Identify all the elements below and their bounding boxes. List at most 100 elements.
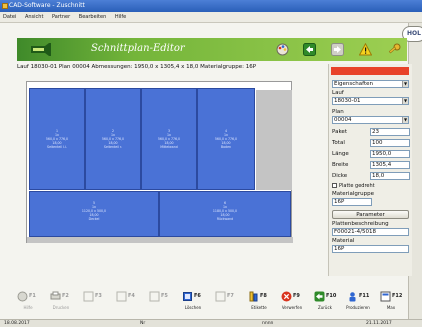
plan-value: 00004 [334,117,352,123]
plattenbeschreibung-value: F00021-4/5018 [334,229,376,235]
f8-key: F8 [260,293,267,299]
max-icon [380,291,391,302]
chevron-down-icon[interactable]: ▼ [402,81,408,87]
blank-icon [83,291,94,302]
material-value: 16P [334,246,345,252]
cut-piece[interactable]: 6 1x 1180,0 x 500,0 18,00 Rückwand [159,191,291,237]
arrow-right-icon[interactable] [331,43,344,56]
f11-key: F11 [359,293,370,299]
f10-button[interactable]: F10 Zurück [311,289,339,317]
application-window: CAD-Software - Zuschnitt Datei Ansicht P… [0,0,422,327]
chevron-down-icon[interactable]: ▼ [402,117,408,123]
menu-item-partner[interactable]: Partner [52,14,70,20]
lauf-value: 18030-01 [334,98,361,104]
print-icon [50,291,61,300]
menu-item-hilfe[interactable]: Hilfe [115,14,126,20]
key-icon[interactable] [388,43,401,56]
plan-dropdown[interactable]: 00004 ▼ [332,116,409,124]
cancel-icon [281,291,292,302]
f12-key: F12 [392,293,403,299]
f1-button[interactable]: F1 Hilfe [14,289,42,317]
properties-panel: Eigenschaften ▼ Lauf 18030-01 ▼ Plan 000… [328,64,412,276]
properties-dropdown[interactable]: Eigenschaften ▼ [332,80,409,88]
f6-button[interactable]: F6 Löschen [179,289,207,317]
panel-header [331,67,409,75]
menu-item-bearbeiten[interactable]: Bearbeiten [79,14,106,20]
piece-name: Rückwand [216,216,234,221]
plattenbeschreibung-field[interactable]: F00021-4/5018 [332,228,409,236]
cut-piece[interactable]: 1 1x 560,0 x 776,0 18,00 Seitenteil l.i. [29,88,85,190]
platte-gedreht-checkbox[interactable]: Platte gedreht [332,183,375,189]
checkbox-label: Platte gedreht [339,183,375,189]
breite-row: Breite 1305,4 [332,161,410,170]
total-label: Total [332,140,345,146]
total-field[interactable]: 100 [370,139,410,147]
status-date-right: 21.11.2017 [366,321,392,326]
parameter-button[interactable]: Parameter [332,210,409,219]
f7-key: F7 [227,293,234,299]
f10-key: F10 [326,293,337,299]
materialgruppe-field[interactable]: 16P [332,198,372,206]
f12-label: Max [386,305,396,310]
breite-field[interactable]: 1305,4 [370,161,410,169]
f4-button[interactable]: F4 [113,289,141,317]
waste-area-bottom [27,237,293,243]
paket-row: Paket 23 [332,128,410,137]
cut-piece[interactable]: 3 1x 560,0 x 776,0 18,00 Mittelwand [141,88,197,190]
f10-label: Zurück [318,305,332,310]
f2-key: F2 [62,293,69,299]
menu-item-ansicht[interactable]: Ansicht [25,14,43,20]
plan-info-line: Lauf 18030-01 Plan 00004 Abmessungen: 19… [17,64,257,70]
f2-button[interactable]: F2 Drucken [47,289,75,317]
f5-button[interactable]: F5 [146,289,174,317]
menu-item-datei[interactable]: Datei [3,14,16,20]
piece-name: Boden [220,145,232,149]
help-icon [17,291,28,302]
f11-button[interactable]: F11 Produzieren [344,289,372,317]
function-key-bar: F1 Hilfe F2 Drucken F3 F4 F5 F6 Löschen … [14,289,408,317]
warning-icon[interactable] [359,43,372,56]
f7-button[interactable]: F7 [212,289,240,317]
dicke-label: Dicke [332,173,348,179]
cut-piece[interactable]: 5 1x 1120,0 x 500,0 18,00 Deckel [29,191,159,237]
f6-key: F6 [194,293,201,299]
laenge-row: Länge 1950,0 [332,150,410,159]
chevron-down-icon[interactable]: ▼ [402,98,408,104]
piece-name: Seitenteil l.i. [47,145,67,149]
blank-icon [116,291,127,302]
f12-button[interactable]: F12 Max [377,289,405,317]
paket-field[interactable]: 23 [370,128,410,136]
window-title: CAD-Software - Zuschnitt [9,2,85,9]
plan-label: Plan [332,109,344,115]
material-field[interactable]: 16P [332,245,409,253]
dicke-row: Dicke 18,0 [332,172,410,181]
lauf-dropdown[interactable]: 18030-01 ▼ [332,97,409,105]
status-date-left: 18.08.2017 [4,321,30,326]
app-icon [2,3,8,9]
palette-icon[interactable] [276,43,289,56]
f9-label: Verwerfen [281,305,303,310]
piece-name: Mittelwand [160,145,178,149]
laenge-field[interactable]: 1950,0 [370,150,410,158]
checkbox-box[interactable] [332,183,337,188]
f1-label: Hilfe [23,305,33,310]
menu-bar: Datei Ansicht Partner Bearbeiten Hilfe [0,12,422,23]
cut-piece[interactable]: 4 1x 560,0 x 776,0 18,00 Boden [197,88,255,190]
f11-label: Produzieren [346,305,370,310]
cut-piece[interactable]: 2 1x 560,0 x 776,0 18,00 Seitenteil r. [85,88,141,190]
f3-button[interactable]: F3 [80,289,108,317]
f9-key: F9 [293,293,300,299]
f8-button[interactable]: F8 Etikette [245,289,273,317]
f8-label: Etikette [251,305,267,310]
arrow-left-icon[interactable] [303,43,316,56]
dicke-field[interactable]: 18,0 [370,172,410,180]
f9-button[interactable]: F9 Verwerfen [278,289,306,317]
blank-icon [215,291,226,302]
materialgruppe-value: 16P [334,199,345,205]
label-icon [249,291,258,302]
cutting-plan-sheet[interactable]: 1 1x 560,0 x 776,0 18,00 Seitenteil l.i.… [26,81,293,243]
f6-label: Löschen [184,305,202,310]
waste-area-right [256,90,292,190]
delete-icon [183,292,192,301]
materialgruppe-label: Materialgruppe [332,191,374,197]
